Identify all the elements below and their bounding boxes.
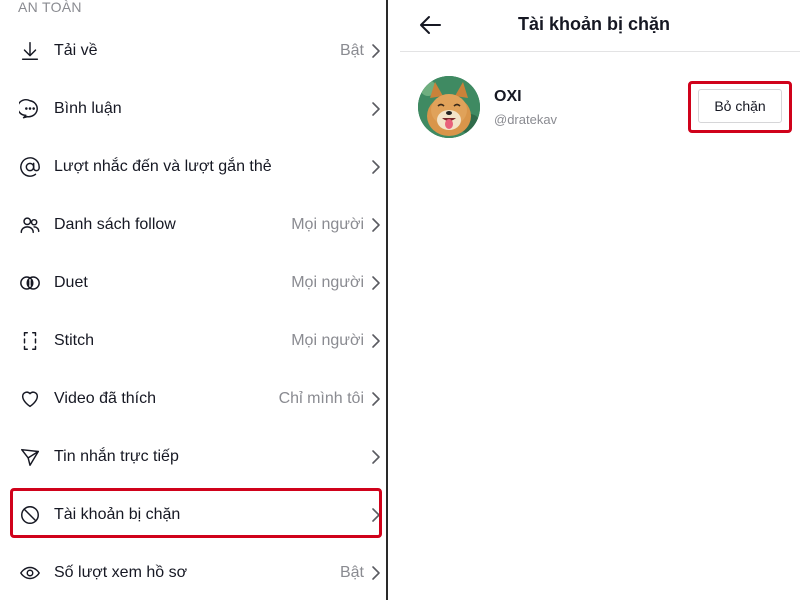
menu-item-label: Bình luận xyxy=(54,100,122,117)
mention-icon xyxy=(18,155,42,179)
menu-item-follow-list[interactable]: Danh sách follow Mọi người xyxy=(0,196,386,254)
section-header: AN TOÀN xyxy=(18,0,82,15)
chevron-right-icon xyxy=(370,43,382,59)
menu-item-value: Bật xyxy=(339,42,364,59)
menu-item-value: Bật xyxy=(339,564,364,581)
menu-item-download[interactable]: Tải về Bật xyxy=(0,22,386,80)
blocked-accounts-panel: Tài khoản bị chặn OXI @dratekav Bỏ chặn xyxy=(388,0,800,600)
blocked-username: OXI xyxy=(494,88,522,105)
avatar[interactable] xyxy=(418,76,480,138)
menu-item-stitch[interactable]: Stitch Mọi người xyxy=(0,312,386,370)
menu-item-label: Duet xyxy=(54,274,88,291)
highlight-annotation xyxy=(10,488,382,538)
menu-item-label: Stitch xyxy=(54,332,95,349)
settings-panel: AN TOÀN Tải về Bật Bình luận Lượt nhắc đ… xyxy=(0,0,386,600)
chevron-right-icon xyxy=(370,333,382,349)
people-icon xyxy=(18,213,42,237)
menu-item-value: Mọi người xyxy=(291,274,364,291)
chevron-right-icon xyxy=(370,101,382,117)
chevron-right-icon xyxy=(370,275,382,291)
menu-item-label: Danh sách follow xyxy=(54,216,176,233)
download-icon xyxy=(18,39,42,63)
highlight-annotation xyxy=(688,81,792,133)
duet-icon xyxy=(18,271,42,295)
chevron-right-icon xyxy=(370,565,382,581)
menu-item-value: Mọi người xyxy=(291,216,364,233)
chevron-right-icon xyxy=(370,217,382,233)
eye-icon xyxy=(18,561,42,585)
menu-item-comments[interactable]: Bình luận xyxy=(0,80,386,138)
menu-item-mentions[interactable]: Lượt nhắc đến và lượt gắn thẻ xyxy=(0,138,386,196)
menu-item-label: Tin nhắn trực tiếp xyxy=(54,448,179,465)
menu-item-value: Mọi người xyxy=(291,332,364,349)
menu-item-label: Lượt nhắc đến và lượt gắn thẻ xyxy=(54,158,272,175)
stitch-icon xyxy=(18,329,42,353)
menu-item-profile-views[interactable]: Số lượt xem hồ sơ Bật xyxy=(0,544,386,602)
comment-icon xyxy=(18,97,42,121)
menu-item-label: Video đã thích xyxy=(54,390,157,407)
chevron-right-icon xyxy=(370,159,382,175)
menu-item-liked-videos[interactable]: Video đã thích Chỉ mình tôi xyxy=(0,370,386,428)
blocked-user-handle: @dratekav xyxy=(494,112,558,127)
menu-item-duet[interactable]: Duet Mọi người xyxy=(0,254,386,312)
chevron-right-icon xyxy=(370,391,382,407)
menu-item-label: Tải về xyxy=(54,42,98,59)
menu-item-label: Số lượt xem hồ sơ xyxy=(54,564,188,581)
chevron-right-icon xyxy=(370,449,382,465)
menu-item-value: Chỉ mình tôi xyxy=(278,390,364,407)
header-divider xyxy=(400,51,800,52)
menu-item-direct-messages[interactable]: Tin nhắn trực tiếp xyxy=(0,428,386,486)
heart-icon xyxy=(18,387,42,411)
send-icon xyxy=(18,445,42,469)
page-title: Tài khoản bị chặn xyxy=(517,14,671,34)
